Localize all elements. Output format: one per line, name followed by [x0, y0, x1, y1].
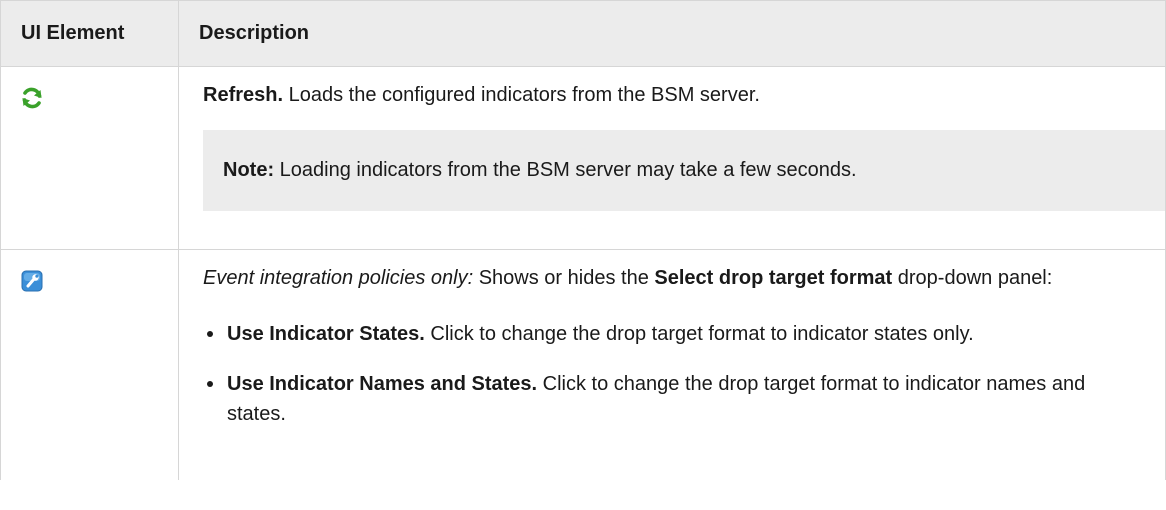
bullet-dot [207, 381, 213, 387]
note-box: Note: Loading indicators from the BSM se… [203, 130, 1166, 211]
list-item: Use Indicator Names and States. Click to… [203, 369, 1140, 429]
header-description: Description [178, 0, 1166, 67]
refresh-label: Refresh. [203, 84, 284, 106]
note-text: Loading indicators from the BSM server m… [274, 159, 857, 181]
option-list: Use Indicator States. Click to change th… [203, 319, 1140, 429]
header-ui-element: UI Element [0, 0, 179, 67]
ui-element-table: UI Element Description Refresh. Loads th… [0, 0, 1166, 480]
description-cell: Refresh. Loads the configured indicators… [178, 66, 1166, 250]
refresh-description: Refresh. Loads the configured indicators… [203, 84, 760, 106]
description-cell: Event integration policies only: Shows o… [178, 249, 1166, 480]
table-header-row: UI Element Description [0, 0, 1166, 67]
bullet-dot [207, 331, 213, 337]
wrench-description: Event integration policies only: Shows o… [203, 267, 1053, 289]
wrench-icon [21, 270, 43, 292]
list-item: Use Indicator States. Click to change th… [203, 319, 1140, 349]
icon-cell [0, 66, 179, 250]
panel-name: Select drop target format [654, 267, 893, 289]
icon-cell [0, 249, 179, 480]
table-row: Event integration policies only: Shows o… [0, 249, 1166, 480]
note-label: Note: [223, 159, 275, 181]
refresh-icon [21, 87, 43, 109]
table-row: Refresh. Loads the configured indicators… [0, 66, 1166, 250]
scope-prefix: Event integration policies only: [203, 267, 474, 289]
